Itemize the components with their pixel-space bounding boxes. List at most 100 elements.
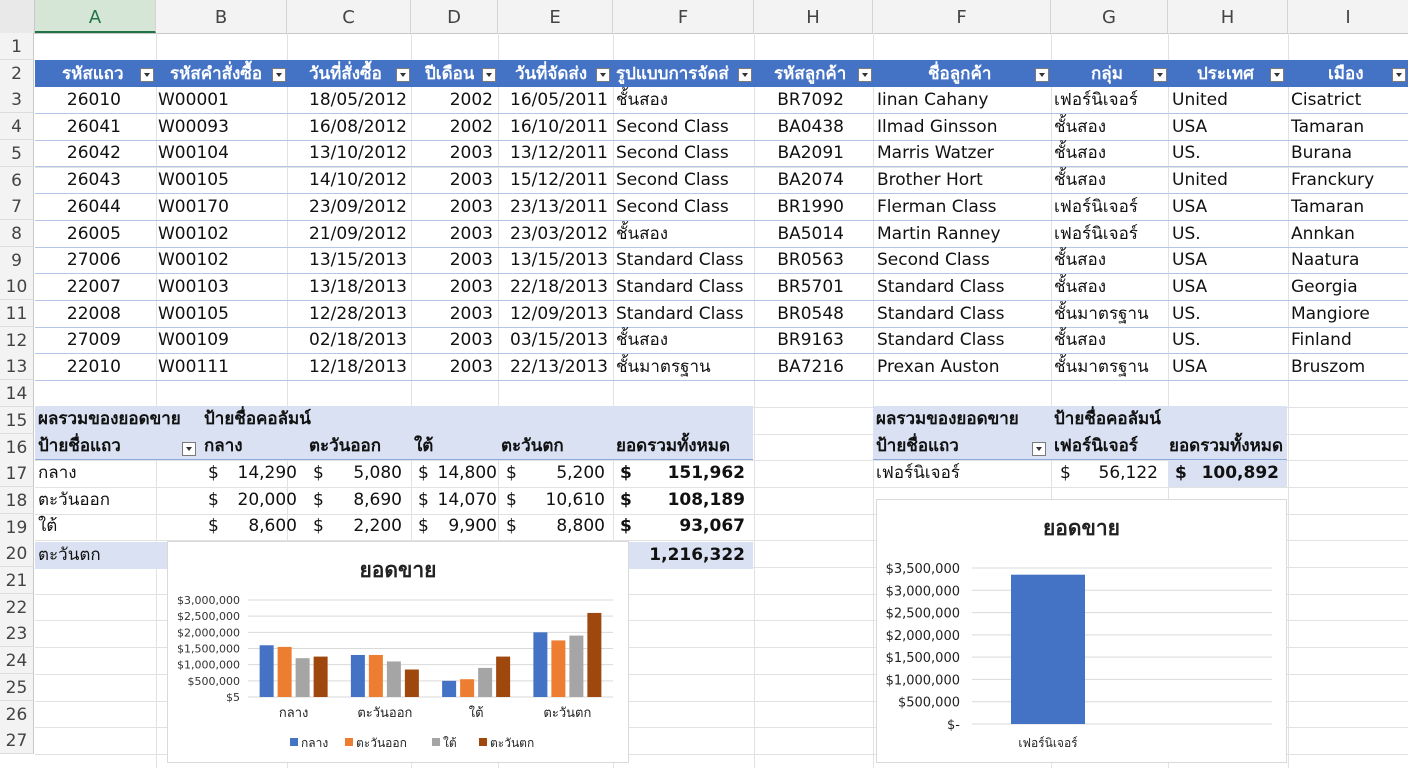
table-cell[interactable]: 2003 bbox=[411, 140, 493, 166]
column-header-g[interactable]: G bbox=[1051, 0, 1168, 33]
pivot1-columns-label[interactable]: ป้ายชื่อคอลัมน์ bbox=[204, 406, 311, 433]
table-cell[interactable]: 03/15/2013 bbox=[498, 327, 608, 353]
table-cell[interactable]: W00170 bbox=[158, 194, 278, 220]
column-header-b[interactable]: B bbox=[156, 0, 287, 33]
pivot2-row-filter-dropdown[interactable] bbox=[1032, 442, 1046, 456]
table-cell[interactable]: 2003 bbox=[411, 194, 493, 220]
filter-dropdown-button[interactable] bbox=[140, 68, 154, 82]
row-header[interactable]: 12 bbox=[0, 326, 34, 354]
table-cell[interactable]: Iinan Cahany bbox=[877, 87, 1047, 113]
table-cell[interactable]: 2003 bbox=[411, 327, 493, 353]
row-header[interactable]: 26 bbox=[0, 700, 34, 728]
table-cell[interactable]: 15/12/2011 bbox=[498, 167, 608, 193]
table-cell[interactable]: Standard Class bbox=[877, 327, 1047, 353]
table-cell[interactable]: W00103 bbox=[158, 274, 278, 300]
table-cell[interactable]: Burana bbox=[1291, 140, 1401, 166]
chart-furniture-sales[interactable]: ยอดขาย $- $500,000 $1,000,000 $1,500,000 $2,… bbox=[876, 499, 1287, 763]
column-header-e[interactable]: E bbox=[498, 0, 613, 33]
table-cell[interactable]: 16/10/2011 bbox=[498, 114, 608, 140]
table-cell[interactable]: Tamaran bbox=[1291, 114, 1401, 140]
filter-dropdown-button[interactable] bbox=[858, 68, 872, 82]
table-cell[interactable]: ชั้นสอง bbox=[616, 221, 751, 247]
select-all-corner[interactable] bbox=[0, 0, 35, 33]
column-header-f[interactable]: F bbox=[613, 0, 754, 33]
row-header[interactable]: 7 bbox=[0, 193, 34, 221]
row-header[interactable]: 22 bbox=[0, 593, 34, 621]
table-cell[interactable]: 22007 bbox=[35, 274, 121, 300]
table-cell[interactable]: Standard Class bbox=[877, 301, 1047, 327]
table-cell[interactable]: 26041 bbox=[35, 114, 121, 140]
row-header[interactable]: 25 bbox=[0, 673, 34, 701]
filter-dropdown-button[interactable] bbox=[272, 68, 286, 82]
table-cell[interactable]: 27009 bbox=[35, 327, 121, 353]
table-cell[interactable]: Second Class bbox=[616, 114, 751, 140]
table-cell[interactable]: USA bbox=[1172, 274, 1282, 300]
table-cell[interactable]: United bbox=[1172, 167, 1282, 193]
table-cell[interactable]: 22/18/2013 bbox=[498, 274, 608, 300]
table-cell[interactable]: 22008 bbox=[35, 301, 121, 327]
row-header[interactable]: 3 bbox=[0, 86, 34, 114]
table-cell[interactable]: Brother Hort bbox=[877, 167, 1047, 193]
table-cell[interactable]: BA2091 bbox=[754, 140, 844, 166]
table-cell[interactable]: 2003 bbox=[411, 167, 493, 193]
table-cell[interactable]: W00001 bbox=[158, 87, 278, 113]
table-cell[interactable]: W00093 bbox=[158, 114, 278, 140]
table-cell[interactable]: Second Class bbox=[616, 167, 751, 193]
table-cell[interactable]: USA bbox=[1172, 194, 1282, 220]
table-cell[interactable]: 02/18/2013 bbox=[287, 327, 407, 353]
table-cell[interactable]: USA bbox=[1172, 247, 1282, 273]
table-cell[interactable]: Prexan Auston bbox=[877, 354, 1047, 380]
table-cell[interactable]: USA bbox=[1172, 354, 1282, 380]
table-cell[interactable]: 2002 bbox=[411, 114, 493, 140]
table-cell[interactable]: Martin Ranney bbox=[877, 221, 1047, 247]
table-cell[interactable]: BA0438 bbox=[754, 114, 844, 140]
table-cell[interactable]: 23/13/2011 bbox=[498, 194, 608, 220]
chart-regional-sales[interactable]: ยอดขาย $5 $500,000 $1,000,000 $1,500,000 $2,… bbox=[167, 541, 629, 763]
table-cell[interactable]: 2003 bbox=[411, 354, 493, 380]
row-header[interactable]: 14 bbox=[0, 380, 34, 408]
table-cell[interactable]: BR9163 bbox=[754, 327, 844, 353]
table-cell[interactable]: W00105 bbox=[158, 167, 278, 193]
row-header[interactable]: 2 bbox=[0, 59, 34, 87]
table-cell[interactable]: 26042 bbox=[35, 140, 121, 166]
table-cell[interactable]: Ilmad Ginsson bbox=[877, 114, 1047, 140]
table-cell[interactable]: ชั้นสอง bbox=[616, 87, 751, 113]
table-cell[interactable]: 22/13/2013 bbox=[498, 354, 608, 380]
table-cell[interactable]: Franckury bbox=[1291, 167, 1401, 193]
row-header[interactable]: 5 bbox=[0, 139, 34, 167]
row-header[interactable]: 19 bbox=[0, 513, 34, 541]
table-cell[interactable]: 12/09/2013 bbox=[498, 301, 608, 327]
table-cell[interactable]: 2002 bbox=[411, 87, 493, 113]
table-cell[interactable]: United bbox=[1172, 87, 1282, 113]
table-cell[interactable]: 13/12/2011 bbox=[498, 140, 608, 166]
table-cell[interactable]: 27006 bbox=[35, 247, 121, 273]
table-cell[interactable]: 26043 bbox=[35, 167, 121, 193]
column-header-c[interactable]: C bbox=[287, 0, 411, 33]
table-cell[interactable]: Second Class bbox=[616, 140, 751, 166]
table-cell[interactable]: Cisatrict bbox=[1291, 87, 1401, 113]
table-cell[interactable]: 26044 bbox=[35, 194, 121, 220]
table-cell[interactable]: Georgia bbox=[1291, 274, 1401, 300]
table-cell[interactable]: 23/09/2012 bbox=[287, 194, 407, 220]
row-header[interactable]: 27 bbox=[0, 727, 34, 755]
table-cell[interactable]: Standard Class bbox=[877, 274, 1047, 300]
table-cell[interactable]: Naatura bbox=[1291, 247, 1401, 273]
row-header[interactable]: 8 bbox=[0, 219, 34, 247]
row-header[interactable]: 18 bbox=[0, 486, 34, 514]
filter-dropdown-button[interactable] bbox=[1035, 68, 1049, 82]
table-cell[interactable]: US. bbox=[1172, 327, 1282, 353]
table-cell[interactable]: Standard Class bbox=[616, 274, 751, 300]
filter-dropdown-button[interactable] bbox=[1153, 68, 1167, 82]
row-header[interactable]: 11 bbox=[0, 300, 34, 327]
table-cell[interactable]: Standard Class bbox=[616, 301, 751, 327]
table-cell[interactable]: Annkan bbox=[1291, 221, 1401, 247]
table-cell[interactable]: 22010 bbox=[35, 354, 121, 380]
table-cell[interactable]: BA5014 bbox=[754, 221, 844, 247]
filter-dropdown-button[interactable] bbox=[596, 68, 610, 82]
column-header-h2[interactable]: H bbox=[1168, 0, 1288, 33]
row-header[interactable]: 10 bbox=[0, 273, 34, 301]
column-header-a[interactable]: A bbox=[35, 0, 156, 33]
table-cell[interactable]: 12/28/2013 bbox=[287, 301, 407, 327]
table-cell[interactable]: ชั้นมาตรฐาน bbox=[1054, 301, 1164, 327]
row-header[interactable]: 13 bbox=[0, 353, 34, 381]
